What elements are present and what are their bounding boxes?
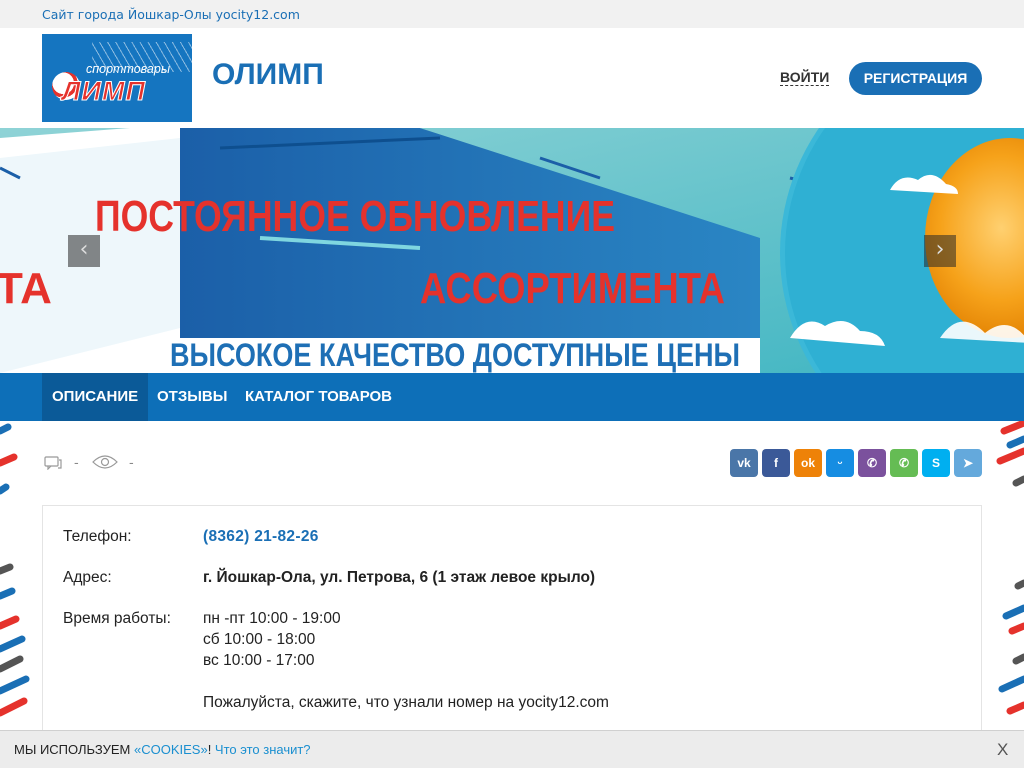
- eye-icon: [92, 454, 118, 474]
- company-title: ОЛИМП: [212, 58, 324, 91]
- whatsapp-icon: ✆: [898, 456, 910, 470]
- moimir-icon: ᵕ: [837, 456, 843, 470]
- login-link[interactable]: ВОЙТИ: [780, 69, 830, 86]
- cookie-banner: МЫ ИСПОЛЬЗУЕМ «COOKIES»! Что это значит?…: [0, 730, 1024, 768]
- hours-label: Время работы:: [63, 610, 171, 627]
- logo-subtitle: спорттовары: [86, 62, 171, 76]
- banner-edge-text: ТА: [0, 264, 52, 313]
- cookie-close-button[interactable]: X: [997, 740, 1008, 760]
- tab-reviews[interactable]: ОТЗЫВЫ: [157, 373, 227, 421]
- vk-icon: vk: [737, 456, 751, 470]
- cookie-text-row: МЫ ИСПОЛЬЗУЕМ «COOKIES»! Что это значит?: [14, 742, 311, 757]
- cookie-text: МЫ ИСПОЛЬЗУЕМ: [14, 742, 134, 757]
- share-moimir-button[interactable]: ᵕ: [826, 449, 854, 477]
- section-tabs: ОПИСАНИЕ ОТЗЫВЫ КАТАЛОГ ТОВАРОВ: [0, 373, 1024, 421]
- contact-card: Телефон: (8362) 21-82-26 Адрес: г. Йошка…: [42, 505, 982, 730]
- share-vk-button[interactable]: vk: [730, 449, 758, 477]
- address-value: г. Йошкар-Ола, ул. Петрова, 6 (1 этаж ле…: [203, 569, 596, 586]
- header: спорттовары ЛИМП ОЛИМП ВОЙТИ РЕГИСТРАЦИЯ: [0, 28, 1024, 128]
- skype-icon: S: [931, 456, 940, 470]
- cookie-bang: !: [207, 742, 215, 757]
- chevron-right-icon: ›: [935, 237, 945, 262]
- decor-stripes-right: [996, 421, 1024, 715]
- olimp-logo[interactable]: спорттовары ЛИМП: [42, 34, 192, 122]
- viber-icon: ✆: [866, 456, 878, 470]
- comment-icon: [44, 456, 62, 474]
- promo-banner[interactable]: ПОСТОЯННОЕ ОБНОВЛЕНИЕ АССОРТИМЕНТА ВЫСОК…: [0, 128, 1024, 373]
- odnoklassniki-icon: ok: [800, 456, 815, 470]
- comment-count: -: [74, 456, 79, 471]
- banner-next-button[interactable]: ›: [924, 235, 956, 267]
- banner-line1: ПОСТОЯННОЕ ОБНОВЛЕНИЕ: [95, 192, 615, 241]
- view-count: -: [129, 456, 134, 471]
- logo-wordmark: ЛИМП: [62, 76, 146, 107]
- address-label: Адрес:: [63, 569, 112, 586]
- share-odnoklassniki-button[interactable]: ok: [794, 449, 822, 477]
- city-site-link[interactable]: Сайт города Йошкар-Олы yocity12.com: [42, 7, 300, 22]
- banner-graphic: ПОСТОЯННОЕ ОБНОВЛЕНИЕ АССОРТИМЕНТА ВЫСОК…: [0, 128, 1024, 373]
- phone-value[interactable]: (8362) 21-82-26: [203, 528, 319, 546]
- share-skype-button[interactable]: S: [922, 449, 950, 477]
- banner-line2: АССОРТИМЕНТА: [420, 264, 725, 313]
- main-content: - - vk f ok ᵕ ✆ ✆ S ➤ Телефон: (8362) 21…: [0, 421, 1024, 730]
- facebook-icon: f: [774, 456, 778, 470]
- banner-line3: ВЫСОКОЕ КАЧЕСТВО ДОСТУПНЫЕ ЦЕНЫ: [170, 337, 740, 373]
- phone-label: Телефон:: [63, 528, 132, 545]
- decor-stripes-left: [0, 423, 30, 717]
- cookie-what-link[interactable]: Что это значит?: [215, 742, 311, 757]
- telegram-icon: ➤: [962, 456, 974, 470]
- share-whatsapp-button[interactable]: ✆: [890, 449, 918, 477]
- share-viber-button[interactable]: ✆: [858, 449, 886, 477]
- hours-sunday: вс 10:00 - 17:00: [203, 652, 315, 669]
- tab-description[interactable]: ОПИСАНИЕ: [42, 373, 149, 421]
- hours-weekdays: пн -пт 10:00 - 19:00: [203, 610, 341, 627]
- top-bar: Сайт города Йошкар-Олы yocity12.com: [0, 0, 1024, 28]
- share-telegram-button[interactable]: ➤: [954, 449, 982, 477]
- tab-catalog[interactable]: КАТАЛОГ ТОВАРОВ: [245, 373, 392, 421]
- register-button[interactable]: РЕГИСТРАЦИЯ: [849, 62, 982, 95]
- share-facebook-button[interactable]: f: [762, 449, 790, 477]
- chevron-left-icon: ‹: [79, 237, 89, 262]
- referral-note: Пожалуйста, скажите, что узнали номер на…: [203, 694, 609, 711]
- cookie-link[interactable]: «COOKIES»: [134, 742, 208, 757]
- banner-prev-button[interactable]: ‹: [68, 235, 100, 267]
- hours-saturday: сб 10:00 - 18:00: [203, 631, 316, 648]
